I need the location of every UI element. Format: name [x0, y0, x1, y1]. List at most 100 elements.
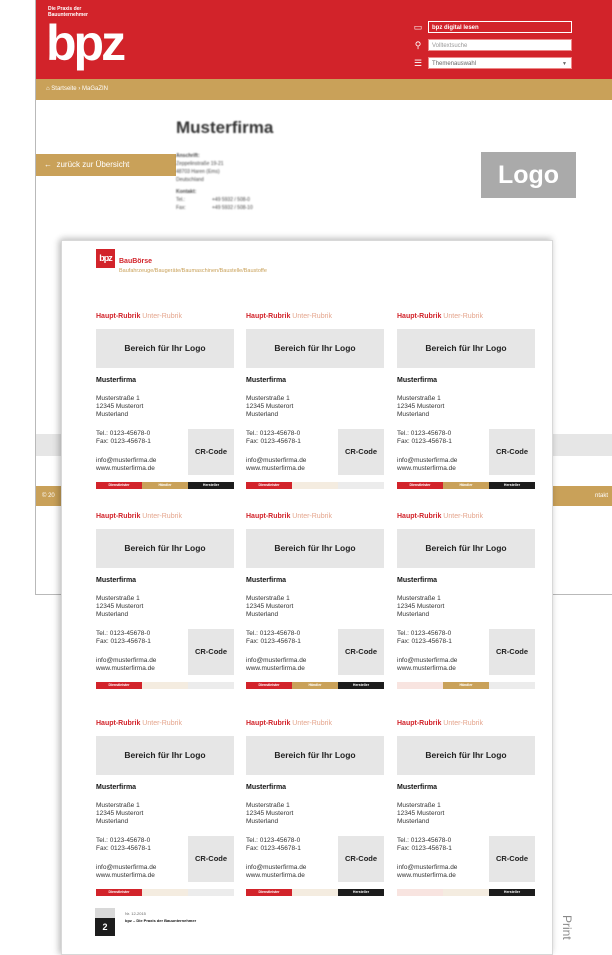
copyright-text: © 20	[42, 493, 55, 499]
street: Musterstraße 1	[397, 802, 441, 809]
city: 12345 Musterort	[246, 810, 294, 817]
company-contact: info@musterfirma.de www.musterfirma.de	[246, 657, 306, 673]
sub-rubrik: Unter-Rubrik	[292, 513, 332, 520]
tel: Tel.: 0123-45678-0	[397, 837, 452, 844]
search-input[interactable]: Volltextsuche	[428, 38, 572, 51]
rubrik-line: Haupt-Rubrik Unter-Rubrik	[246, 313, 332, 320]
fax-label: Fax:	[176, 205, 186, 211]
breadcrumb-current[interactable]: MaGaZIN	[82, 86, 108, 92]
city: 12345 Musterort	[246, 403, 294, 410]
digital-read-row[interactable]: ▭ bpz digital lesen	[413, 20, 572, 33]
company-address: Musterstraße 1 12345 Musterort Musterland	[246, 595, 293, 619]
breadcrumb-home[interactable]: Startseite	[51, 86, 76, 92]
category-hersteller: Hersteller	[338, 482, 384, 489]
category-haendler: Händler	[142, 482, 188, 489]
country: Musterland	[397, 818, 430, 825]
site-logo[interactable]: bpz	[46, 18, 126, 68]
category-haendler: Händler	[443, 889, 489, 896]
search-row[interactable]: ⚲ Volltextsuche	[413, 38, 572, 51]
website: www.musterfirma.de	[96, 465, 155, 472]
country: Musterland	[246, 818, 279, 825]
company-phone: Tel.: 0123-45678-0 Fax: 0123-45678-1	[96, 630, 151, 646]
category-bar: Dienstleister Händler Hersteller	[96, 482, 234, 489]
sub-rubrik: Unter-Rubrik	[292, 313, 332, 320]
main-rubrik: Haupt-Rubrik	[96, 313, 141, 320]
category-bar: Dienstleister Händler Hersteller	[397, 682, 535, 689]
company-name: Musterfirma	[397, 577, 438, 584]
company-name: Musterfirma	[246, 377, 287, 384]
main-rubrik: Haupt-Rubrik	[96, 720, 141, 727]
rubrik-line: Haupt-Rubrik Unter-Rubrik	[96, 313, 182, 320]
rubrik-line: Haupt-Rubrik Unter-Rubrik	[246, 513, 332, 520]
rubrik-line: Haupt-Rubrik Unter-Rubrik	[397, 513, 483, 520]
qr-code-area: CR-Code	[188, 836, 234, 882]
listing-card: Haupt-Rubrik Unter-Rubrik Bereich für Ihr…	[96, 720, 234, 896]
address-line: Zeppelinstraße 19-21	[176, 161, 224, 167]
sub-rubrik: Unter-Rubrik	[142, 513, 182, 520]
listing-card: Haupt-Rubrik Unter-Rubrik Bereich für Ihr…	[397, 513, 535, 689]
category-dienstleister: Dienstleister	[96, 889, 142, 896]
company-name: Musterfirma	[397, 784, 438, 791]
website: www.musterfirma.de	[397, 665, 456, 672]
street: Musterstraße 1	[96, 395, 140, 402]
company-address: Musterstraße 1 12345 Musterort Musterland	[96, 595, 143, 619]
digital-read-button[interactable]: bpz digital lesen	[428, 20, 572, 33]
tel: Tel.: 0123-45678-0	[96, 430, 151, 437]
main-rubrik: Haupt-Rubrik	[96, 513, 141, 520]
website: www.musterfirma.de	[96, 872, 155, 879]
main-rubrik: Haupt-Rubrik	[246, 513, 291, 520]
category-hersteller: Hersteller	[188, 889, 234, 896]
category-haendler: Händler	[292, 482, 338, 489]
street: Musterstraße 1	[246, 395, 290, 402]
page-title: Musterfirma	[176, 118, 274, 137]
category-haendler: Händler	[142, 889, 188, 896]
address-line: Deutschland	[176, 177, 204, 183]
country: Musterland	[246, 611, 279, 618]
menu-icon: ☰	[413, 57, 423, 68]
company-address: Musterstraße 1 12345 Musterort Musterland	[96, 395, 143, 419]
website: www.musterfirma.de	[246, 872, 305, 879]
print-title: BauBörse	[119, 258, 153, 265]
company-contact: info@musterfirma.de www.musterfirma.de	[246, 457, 306, 473]
category-haendler: Händler	[292, 889, 338, 896]
tel: Tel.: 0123-45678-0	[96, 837, 151, 844]
sub-rubrik: Unter-Rubrik	[142, 720, 182, 727]
rubrik-line: Haupt-Rubrik Unter-Rubrik	[397, 720, 483, 727]
theme-select[interactable]: Themenauswahl ▼	[428, 56, 572, 69]
fax: Fax: 0123-45678-1	[246, 845, 301, 852]
category-dienstleister: Dienstleister	[397, 682, 443, 689]
tel: Tel.: 0123-45678-0	[397, 430, 452, 437]
print-side-label: Print	[560, 915, 574, 940]
sub-rubrik: Unter-Rubrik	[443, 513, 483, 520]
website: www.musterfirma.de	[246, 465, 305, 472]
city: 12345 Musterort	[397, 810, 445, 817]
contact-label: Kontakt:	[176, 189, 197, 195]
country: Musterland	[96, 411, 129, 418]
company-address: Musterstraße 1 12345 Musterort Musterland	[397, 595, 444, 619]
category-haendler: Händler	[443, 682, 489, 689]
contact-link[interactable]: ntakt	[595, 486, 608, 506]
website: www.musterfirma.de	[246, 665, 305, 672]
company-address: Musterstraße 1 12345 Musterort Musterland	[397, 802, 444, 826]
fax-value: +49 5932 / 508-10	[212, 205, 253, 211]
company-phone: Tel.: 0123-45678-0 Fax: 0123-45678-1	[246, 837, 301, 853]
category-haendler: Händler	[142, 682, 188, 689]
listing-card: Haupt-Rubrik Unter-Rubrik Bereich für Ihr…	[397, 720, 535, 896]
main-rubrik: Haupt-Rubrik	[397, 513, 442, 520]
qr-code-area: CR-Code	[489, 429, 535, 475]
listing-card: Haupt-Rubrik Unter-Rubrik Bereich für Ihr…	[96, 513, 234, 689]
address-label: Anschrift:	[176, 153, 200, 159]
email: info@musterfirma.de	[96, 657, 157, 664]
logo-area: Bereich für Ihr Logo	[397, 736, 535, 775]
website: www.musterfirma.de	[397, 872, 456, 879]
print-page: bpz BauBörse Baufahrzeuge/Baugeräte/Baum…	[61, 240, 553, 955]
main-rubrik: Haupt-Rubrik	[397, 720, 442, 727]
email: info@musterfirma.de	[246, 657, 307, 664]
qr-code-area: CR-Code	[338, 629, 384, 675]
company-name: Musterfirma	[397, 377, 438, 384]
theme-row[interactable]: ☰ Themenauswahl ▼	[413, 56, 572, 69]
company-name: Musterfirma	[246, 577, 287, 584]
back-button[interactable]: ← zurück zur Übersicht	[36, 154, 176, 176]
company-phone: Tel.: 0123-45678-0 Fax: 0123-45678-1	[397, 430, 452, 446]
listing-card: Haupt-Rubrik Unter-Rubrik Bereich für Ihr…	[397, 313, 535, 489]
